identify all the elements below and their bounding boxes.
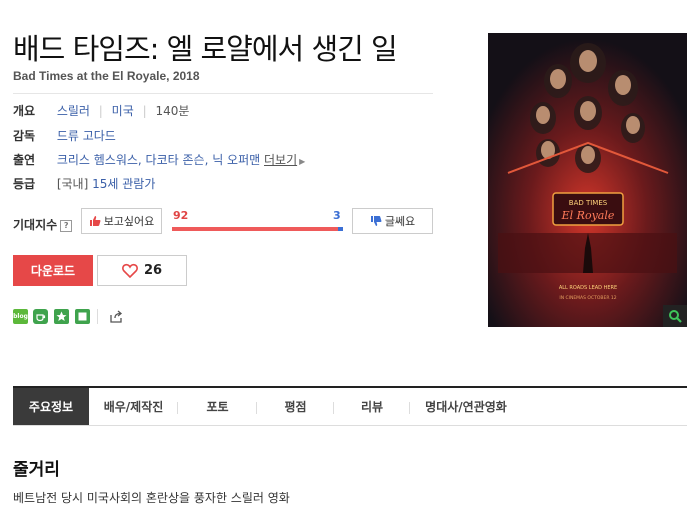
poster-tagline: ALL ROADS LEAD HERE (559, 285, 617, 291)
movie-title: 배드 타임즈: 엘 로얄에서 생긴 일 (13, 32, 398, 66)
like-button[interactable]: 26 (97, 255, 187, 286)
share-icon[interactable] (109, 309, 124, 324)
tab-photo[interactable]: 포토 (178, 388, 257, 425)
notwant-count: 3 (333, 209, 341, 222)
thumbs-up-icon (89, 216, 101, 226)
thumbs-down-icon (370, 216, 382, 226)
want-to-see-label: 보고싶어요 (103, 215, 155, 228)
country-link[interactable]: 미국 (112, 104, 134, 118)
movie-original-title: Bad Times at the El Royale, 2018 (13, 69, 200, 83)
poster-sign-script: El Royale (561, 209, 615, 222)
not-sure-button[interactable]: 글쎄요 (352, 208, 433, 234)
tab-quotes-related[interactable]: 명대사/연관영화 (410, 388, 522, 425)
magnifier-icon[interactable] (663, 305, 687, 327)
expectation-label: 기대지수? (13, 216, 73, 233)
movie-poster[interactable]: BAD TIMES El Royale ALL ROADS LEAD HERE … (488, 33, 687, 327)
director-link[interactable]: 드류 고다드 (57, 129, 116, 143)
cast-links[interactable]: 크리스 헴스워스, 다코타 존슨, 닉 오퍼맨 (57, 153, 260, 167)
rating-region: [국내] (56, 177, 89, 191)
rating-row: 등급 [국내] 15세 관람가 (13, 175, 155, 193)
tab-cast-crew[interactable]: 배우/제작진 (89, 388, 178, 425)
poster-release: IN CINEMAS OCTOBER 12 (559, 295, 616, 301)
tab-review[interactable]: 리뷰 (334, 388, 410, 425)
director-row: 감독 드류 고다드 (13, 127, 116, 145)
want-to-see-button[interactable]: 보고싶어요 (81, 208, 162, 234)
overview-label: 개요 (13, 104, 36, 118)
bookmark-star-icon[interactable] (54, 309, 69, 324)
cafe-share-icon[interactable] (33, 309, 48, 324)
synopsis-heading: 줄거리 (13, 460, 60, 480)
poster-image: BAD TIMES El Royale ALL ROADS LEAD HERE … (488, 33, 687, 327)
expectation-bar-notwant (337, 227, 343, 231)
expectation-bar (172, 227, 343, 231)
tab-rating[interactable]: 평점 (257, 388, 334, 425)
runtime: 140분 (155, 104, 190, 118)
cast-label: 출연 (13, 153, 36, 167)
rating-value: 15세 관람가 (92, 177, 156, 191)
rating-label: 등급 (13, 177, 36, 191)
memo-share-icon[interactable] (75, 309, 90, 324)
overview-row: 개요 스릴러 | 미국 | 140분 (13, 104, 190, 118)
download-button[interactable]: 다운로드 (13, 255, 93, 286)
help-icon[interactable]: ? (60, 219, 73, 232)
blog-share-icon[interactable]: blog (13, 309, 28, 324)
divider (13, 93, 433, 94)
tab-bar: 주요정보 배우/제작진 포토 평점 리뷰 명대사/연관영화 (13, 386, 687, 426)
want-count: 92 (173, 209, 189, 222)
synopsis-text: 베트남전 당시 미국사회의 혼란상을 풍자한 스릴러 영화 (13, 491, 290, 505)
caret-right-icon: ▶ (299, 157, 306, 166)
divider (97, 309, 98, 324)
genre-link[interactable]: 스릴러 (57, 104, 90, 118)
cast-row: 출연 크리스 헴스워스, 다코타 존슨, 닉 오퍼맨 더보기 ▶ (13, 151, 305, 169)
cast-more-link[interactable]: 더보기 (264, 153, 297, 167)
heart-icon (122, 263, 138, 278)
director-label: 감독 (13, 129, 36, 143)
poster-sign-text: BAD TIMES (569, 199, 608, 207)
not-sure-label: 글쎄요 (384, 215, 416, 228)
tab-main-info[interactable]: 주요정보 (13, 388, 89, 425)
like-count: 26 (143, 263, 163, 278)
